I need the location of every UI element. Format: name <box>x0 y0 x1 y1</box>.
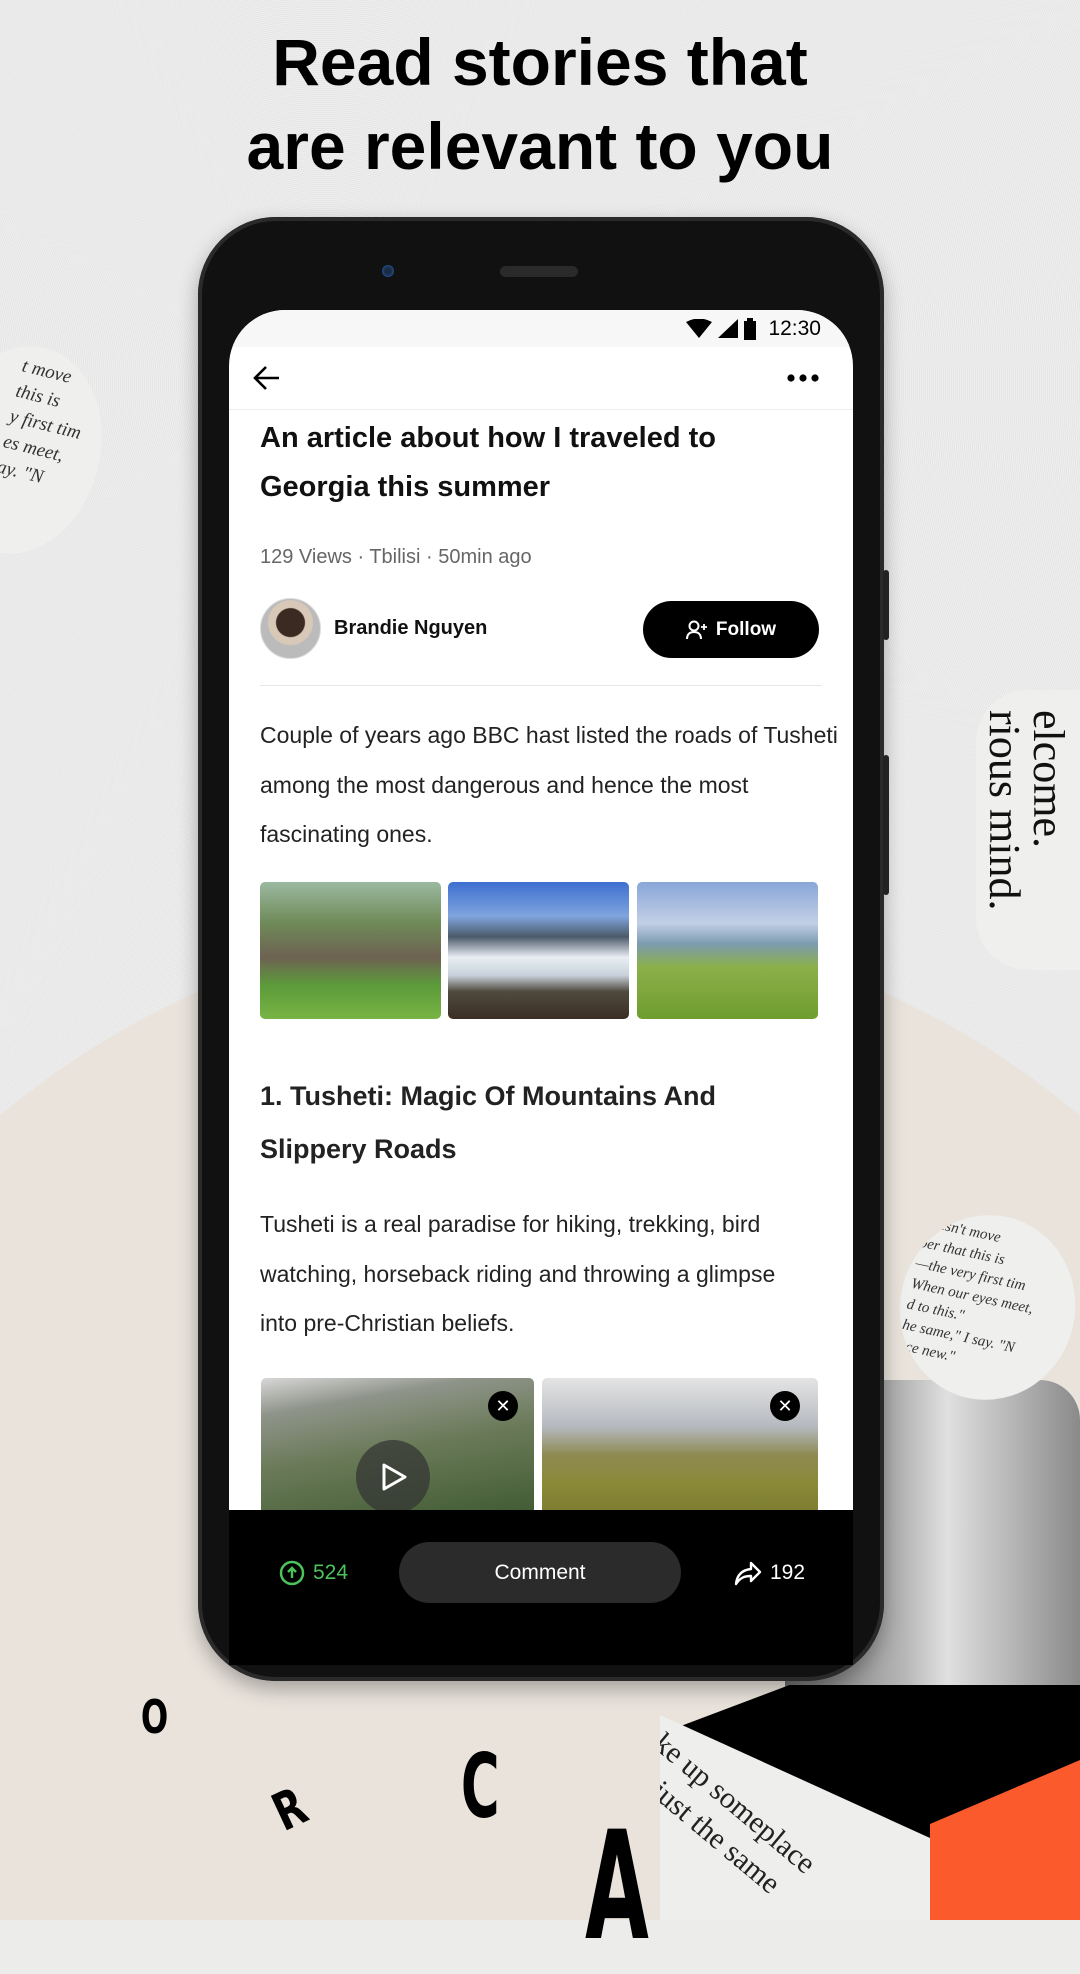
author-avatar[interactable] <box>260 598 321 659</box>
wifi-icon <box>686 318 713 338</box>
upvote-count: 524 <box>313 1561 349 1584</box>
bottom-action-bar: 524 Comment 192 <box>229 1510 853 1665</box>
headline-line-1: Read stories that <box>272 25 808 99</box>
close-icon[interactable]: ✕ <box>770 1391 800 1421</box>
user-plus-icon <box>685 620 707 639</box>
comment-button[interactable]: Comment <box>399 1542 681 1603</box>
brand-letter-o: O <box>140 1690 169 1744</box>
brand-letter-a: A <box>585 1800 649 1974</box>
upvote-button[interactable]: 524 <box>279 1560 348 1586</box>
phone-volume-button <box>883 755 889 895</box>
app-bar <box>229 347 853 410</box>
play-icon <box>382 1463 407 1491</box>
close-icon[interactable]: ✕ <box>488 1391 518 1421</box>
phone-side-button <box>883 570 889 640</box>
section-text: Tusheti is a real paradise for hiking, t… <box>260 1211 776 1336</box>
article-video-mountain[interactable]: ✕ <box>261 1378 534 1518</box>
phone-camera <box>382 265 394 277</box>
more-horizontal-icon[interactable] <box>787 373 819 383</box>
follow-button[interactable]: Follow <box>643 601 819 658</box>
follow-label: Follow <box>715 618 777 640</box>
section-heading: 1. Tusheti: Magic Of Mountains And Slipp… <box>260 1081 716 1164</box>
article-intro: Couple of years ago BBC hast listed the … <box>260 722 838 847</box>
article-image-meadow[interactable]: ✕ <box>542 1378 818 1518</box>
phone-speaker <box>500 266 578 277</box>
battery-icon <box>744 317 757 340</box>
author-name[interactable]: Brandie Nguyen <box>334 617 487 640</box>
signal-icon <box>718 318 739 338</box>
play-button[interactable] <box>356 1440 430 1514</box>
arrow-left-icon[interactable] <box>253 365 281 391</box>
status-bar: 12:30 <box>229 310 853 347</box>
brand-letter-c: C <box>460 1735 500 1838</box>
vertical-snippets: rious mind. elcome. <box>980 710 1073 911</box>
share-icon <box>734 1561 762 1586</box>
divider <box>260 685 822 686</box>
headline-line-2: are relevant to you <box>246 109 834 183</box>
article-image-clouds[interactable] <box>448 882 629 1019</box>
article-meta: 129 Views · Tbilisi · 50min ago <box>260 546 532 568</box>
status-time: 12:30 <box>768 316 821 340</box>
headline: Read stories that are relevant to you <box>0 20 1080 188</box>
share-button[interactable]: 192 <box>734 1560 805 1586</box>
arrow-up-circle-icon <box>279 1560 305 1586</box>
share-count: 192 <box>770 1561 806 1584</box>
article-title: An article about how I traveled to Georg… <box>260 422 717 503</box>
snippet: elcome. <box>1024 710 1073 849</box>
snippet: rious mind. <box>980 710 1029 911</box>
article-image-hills[interactable] <box>637 882 818 1019</box>
comment-label: Comment <box>494 1560 586 1584</box>
article-image-village[interactable] <box>260 882 441 1019</box>
paper-clipping-right: rious mind. elcome. <box>976 690 1080 970</box>
app-screen: 12:30 An article about how I traveled to… <box>229 310 853 1665</box>
